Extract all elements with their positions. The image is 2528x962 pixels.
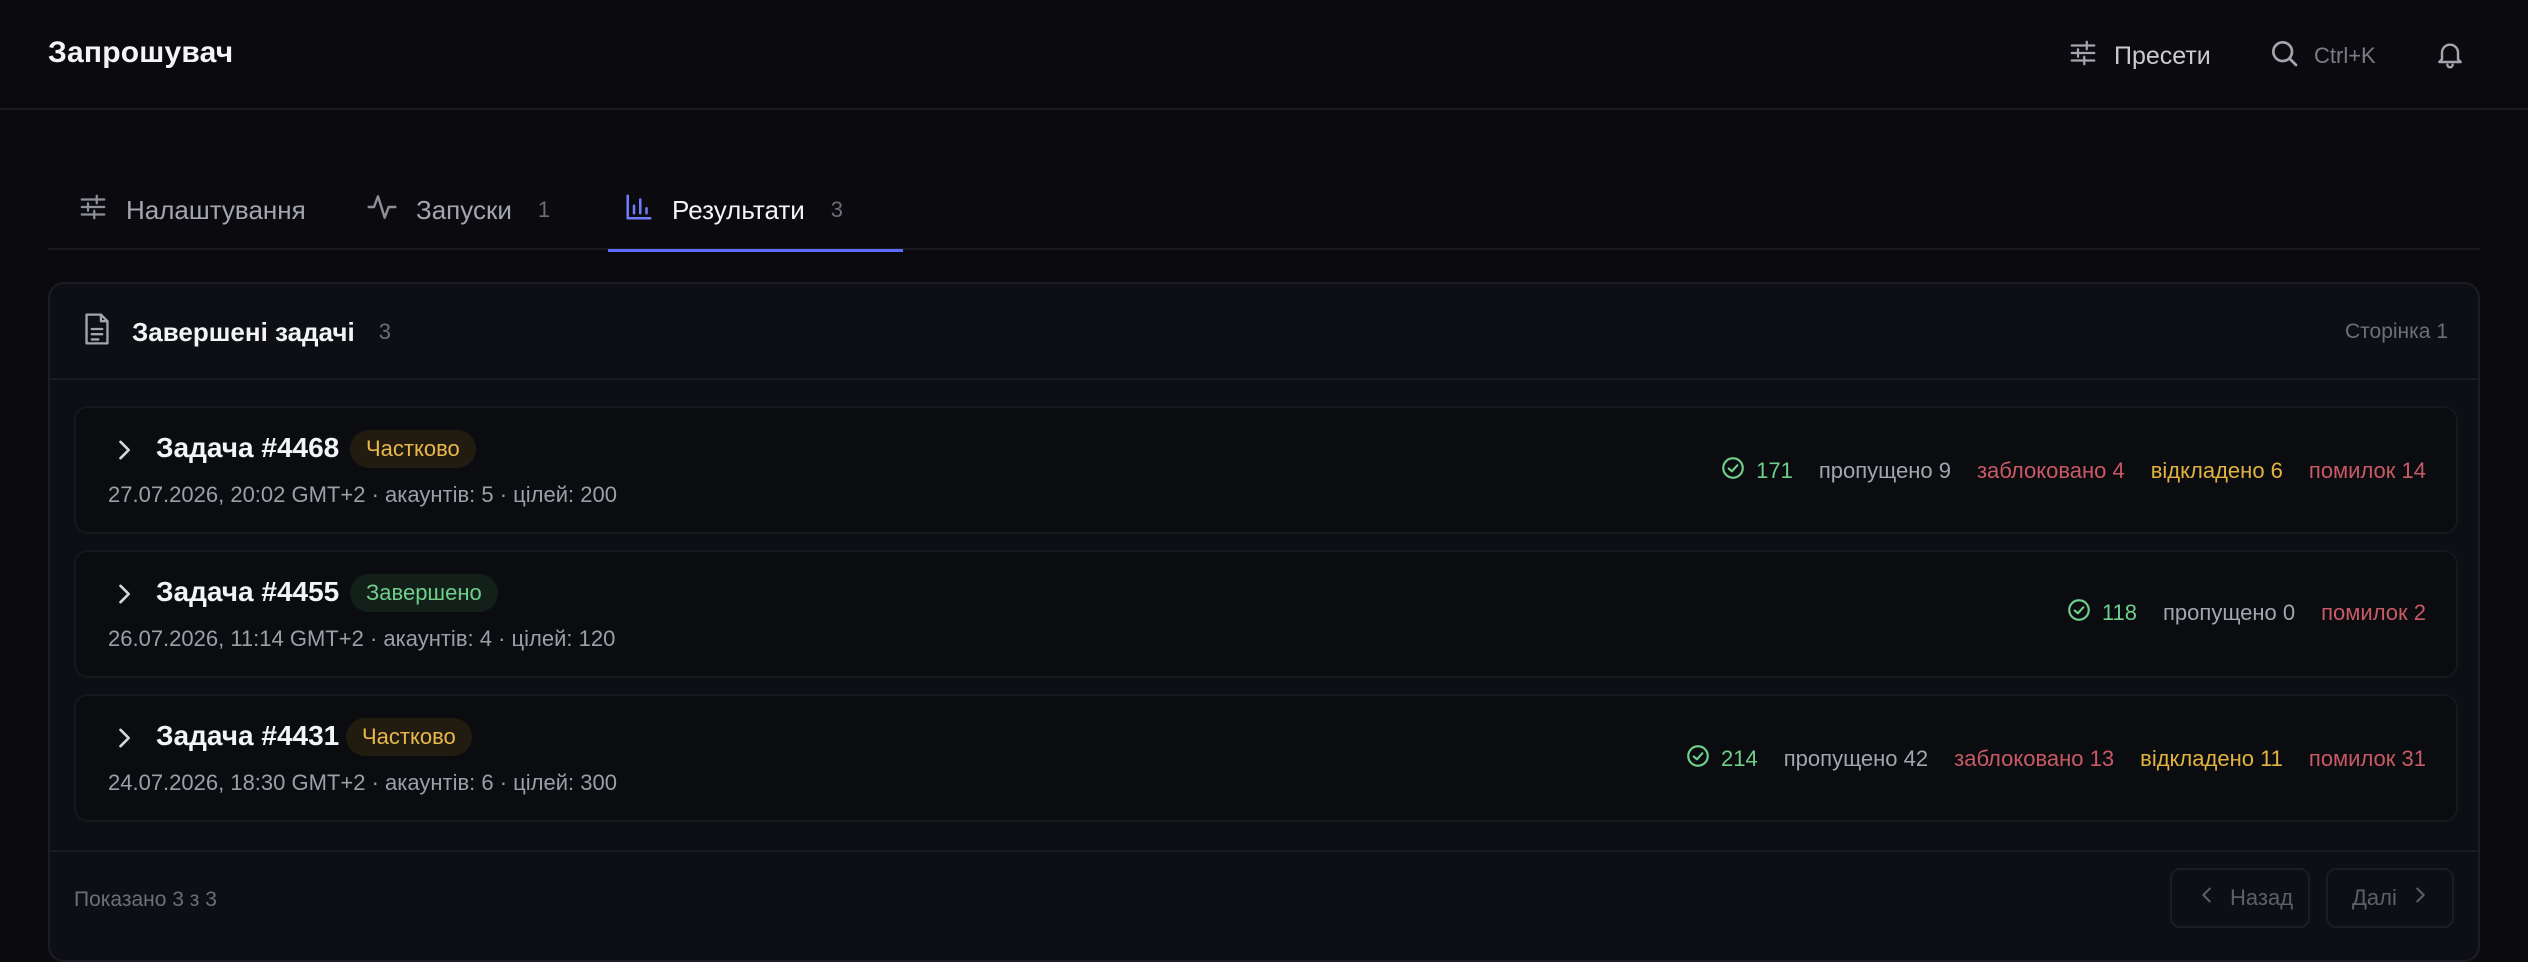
tab-label: Налаштування: [126, 194, 306, 225]
error-count: помилок 2: [2321, 600, 2426, 625]
prev-page-label: Назад: [2230, 885, 2294, 910]
chevron-right-icon[interactable]: [110, 580, 138, 608]
next-page-button[interactable]: Далі: [2326, 868, 2454, 928]
bar-chart-icon: [624, 192, 654, 229]
panel-count: 3: [378, 319, 391, 344]
sliders-icon: [2068, 38, 2098, 75]
tab-count: 3: [830, 197, 844, 222]
status-badge: Завершено: [350, 574, 498, 612]
chevron-right-icon[interactable]: [110, 724, 138, 752]
error-count: помилок 31: [2308, 746, 2426, 771]
success-count: 171: [1720, 455, 1793, 487]
task-meta: 27.07.2026, 20:02 GMT+2 · акаунтів: 5 · …: [108, 482, 617, 507]
delayed-count: відкладено 6: [2150, 458, 2283, 483]
search-icon: [2268, 37, 2300, 75]
pagination-footer: Показано 3 з 3 Назад Далі: [50, 850, 2478, 960]
panel-header: Завершені задачі 3 Сторінка 1: [50, 284, 2478, 380]
page-indicator: Сторінка 1: [2344, 320, 2448, 343]
task-stats: 214 пропущено 42 заблоковано 13 відкладе…: [1685, 742, 2426, 776]
task-stats: 171 пропущено 9 заблоковано 4 відкладено…: [1720, 454, 2426, 488]
check-circle-icon: [1685, 743, 1711, 775]
chevron-left-icon: [2196, 884, 2218, 912]
task-meta: 24.07.2026, 18:30 GMT+2 · акаунтів: 6 · …: [108, 770, 617, 795]
status-badge: Частково: [346, 718, 472, 756]
presets-button[interactable]: Пресети: [2068, 36, 2211, 76]
tab-results[interactable]: Результати 3: [607, 170, 904, 252]
prev-page-button[interactable]: Назад: [2170, 868, 2310, 928]
presets-label: Пресети: [2114, 41, 2211, 70]
next-page-label: Далі: [2352, 885, 2397, 910]
notifications-button[interactable]: [2430, 36, 2470, 76]
results-count-label: Показано 3 з 3: [74, 888, 217, 911]
success-count: 118: [2066, 597, 2137, 629]
panel-title-text: Завершені задачі: [132, 316, 355, 347]
status-badge: Частково: [350, 430, 476, 468]
task-name: Задача #4455: [156, 576, 340, 607]
document-icon: [82, 312, 112, 353]
success-value: 118: [2101, 600, 2138, 625]
blocked-count: заблоковано 13: [1954, 746, 2115, 771]
blocked-count: заблоковано 4: [1976, 458, 2125, 483]
task-stats: 118 пропущено 0 помилок 2: [2066, 596, 2426, 630]
skipped-count: пропущено 9: [1818, 458, 1951, 483]
chevron-right-icon: [2409, 884, 2431, 912]
chevron-right-icon[interactable]: [110, 436, 138, 464]
search-shortcut: Ctrl+K: [2314, 43, 2376, 68]
success-value: 214: [1721, 746, 1758, 771]
tab-bar: Налаштування Запуски 1 Результати 3: [48, 170, 2480, 252]
app-title: Запрошувач: [48, 36, 234, 69]
check-circle-icon: [1720, 455, 1746, 487]
sliders-icon: [78, 192, 108, 229]
tab-settings[interactable]: Налаштування: [78, 170, 306, 250]
delayed-count: відкладено 11: [2140, 746, 2283, 771]
task-meta: 26.07.2026, 11:14 GMT+2 · акаунтів: 4 · …: [108, 626, 616, 651]
task-row[interactable]: Задача #4431 Частково 24.07.2026, 18:30 …: [74, 694, 2458, 822]
error-count: помилок 14: [2308, 458, 2426, 483]
panel-title: Завершені задачі 3: [82, 312, 391, 352]
success-value: 171: [1756, 458, 1793, 483]
tab-runs[interactable]: Запуски 1: [366, 170, 550, 250]
task-name: Задача #4431: [156, 720, 340, 751]
success-count: 214: [1685, 743, 1758, 775]
task-row[interactable]: Задача #4468 Частково 27.07.2026, 20:02 …: [74, 406, 2458, 534]
search-button[interactable]: Ctrl+K: [2268, 36, 2376, 76]
tab-label: Запуски: [416, 194, 512, 225]
activity-icon: [366, 191, 398, 230]
bell-icon: [2434, 38, 2466, 75]
task-name: Задача #4468: [156, 432, 340, 463]
tab-label: Результати: [672, 194, 805, 225]
check-circle-icon: [2066, 597, 2092, 629]
tab-count: 1: [537, 197, 551, 222]
completed-tasks-panel: Завершені задачі 3 Сторінка 1 Задача #44…: [48, 282, 2480, 962]
top-bar: Запрошувач Пресети Ctrl+K: [0, 0, 2528, 110]
task-row[interactable]: Задача #4455 Завершено 26.07.2026, 11:14…: [74, 550, 2458, 678]
skipped-count: пропущено 42: [1783, 746, 1929, 771]
skipped-count: пропущено 0: [2163, 600, 2296, 625]
